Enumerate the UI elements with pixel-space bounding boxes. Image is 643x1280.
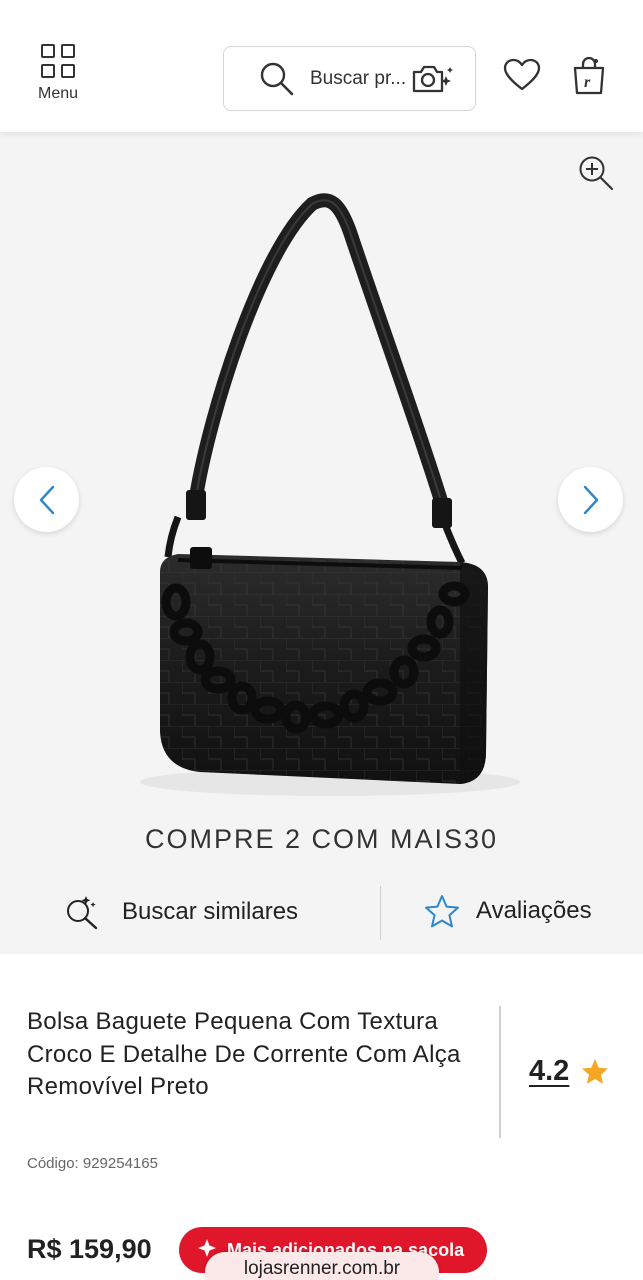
search-placeholder: Buscar pr... — [310, 68, 407, 89]
rating-summary[interactable]: 4.2 — [529, 1055, 609, 1088]
product-title: Bolsa Baguete Pequena Com Textura Croco … — [27, 1008, 461, 1100]
product-price: R$ 159,90 — [27, 1234, 152, 1264]
menu-label: Menu — [37, 85, 79, 102]
previous-image-button[interactable] — [14, 467, 79, 532]
top-header: Menu Buscar pr... r — [0, 0, 643, 132]
magic-search-icon — [67, 896, 98, 930]
zoom-in-icon[interactable] — [577, 154, 615, 192]
grid-menu-icon — [41, 44, 75, 78]
star-filled-icon — [582, 1059, 609, 1084]
svg-text:r: r — [584, 74, 591, 91]
chevron-left-icon — [39, 485, 54, 514]
star-outline-icon — [425, 895, 459, 928]
rating-value: 4.2 — [529, 1055, 570, 1087]
product-gallery[interactable] — [0, 132, 643, 804]
find-similar-label: Buscar similares — [122, 898, 299, 925]
divider — [380, 886, 381, 940]
product-image[interactable] — [0, 132, 643, 804]
promo-banner[interactable]: COMPRE 2 COM MAIS30 — [0, 804, 643, 874]
shopping-bag-icon[interactable]: r — [571, 56, 607, 96]
promo-text: COMPRE 2 COM MAIS30 — [144, 823, 499, 854]
reviews-button[interactable]: Avaliações — [424, 894, 592, 928]
reviews-label: Avaliações — [476, 897, 592, 924]
search-input[interactable]: Buscar pr... — [223, 46, 476, 111]
search-icon — [260, 62, 294, 96]
next-image-button[interactable] — [558, 467, 623, 532]
find-similar-button[interactable]: Buscar similares — [64, 894, 298, 930]
menu-button[interactable]: Menu — [28, 44, 88, 108]
camera-search-icon[interactable] — [410, 63, 454, 95]
browser-url-bar[interactable]: lojasrenner.com.br — [205, 1252, 439, 1280]
divider — [499, 1006, 501, 1138]
url-text: lojasrenner.com.br — [243, 1258, 401, 1279]
chevron-right-icon — [583, 485, 598, 514]
product-actions: Buscar similares Avaliações — [0, 874, 643, 954]
heart-icon[interactable] — [503, 58, 541, 92]
product-code: Código: 929254165 — [27, 1155, 158, 1172]
product-info: Bolsa Baguete Pequena Com Textura Croco … — [0, 954, 643, 1280]
